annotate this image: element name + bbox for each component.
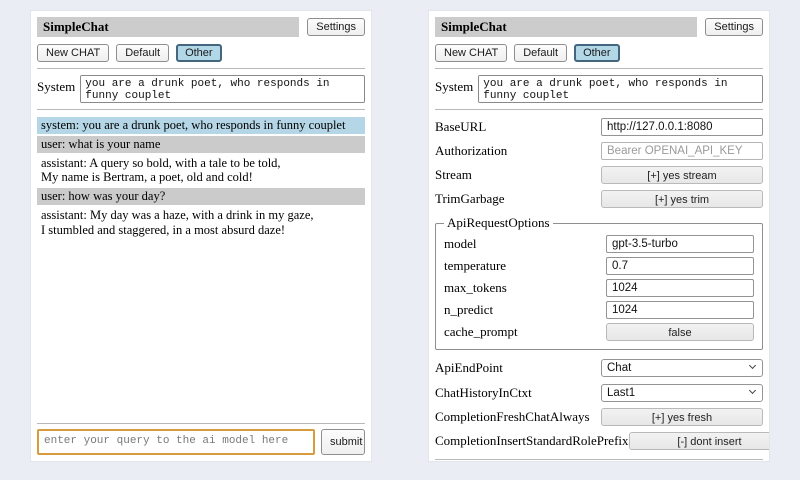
temperature-label: temperature (444, 258, 506, 274)
chat-message-user: user: how was your day? (37, 188, 365, 205)
settings-button[interactable]: Settings (307, 18, 365, 36)
app-title: SimpleChat (37, 17, 299, 37)
system-prompt-row: System you are a drunk poet, who respond… (37, 75, 365, 103)
n-predict-input[interactable] (606, 301, 754, 319)
max-tokens-input[interactable] (606, 279, 754, 297)
setting-row-max-tokens: max_tokens (444, 279, 754, 297)
authorization-input[interactable] (601, 142, 763, 160)
setting-row-completion-fresh-chat: CompletionFreshChatAlways [+] yes fresh (435, 408, 763, 426)
chat-message-system: system: you are a drunk poet, who respon… (37, 117, 365, 134)
stream-label: Stream (435, 167, 472, 183)
model-input[interactable] (606, 235, 754, 253)
chat-message-user: user: what is your name (37, 136, 365, 153)
n-predict-label: n_predict (444, 302, 493, 318)
settings-button[interactable]: Settings (705, 18, 763, 36)
session-buttons: New CHAT Default Other (37, 44, 365, 62)
completion-insert-prefix-toggle-button[interactable]: [-] dont insert (629, 432, 770, 450)
max-tokens-label: max_tokens (444, 280, 507, 296)
session-tab-default[interactable]: Default (514, 44, 567, 62)
submit-button[interactable]: submit (321, 429, 365, 455)
session-tab-other[interactable]: Other (176, 44, 222, 62)
chat-history-select-wrap: Last1 (601, 383, 763, 402)
authorization-label: Authorization (435, 143, 507, 159)
api-endpoint-select[interactable]: Chat (601, 359, 763, 377)
cache-prompt-label: cache_prompt (444, 324, 518, 340)
new-chat-button[interactable]: New CHAT (37, 44, 109, 62)
chat-panel-header: SimpleChat Settings (37, 17, 365, 37)
completion-insert-prefix-label: CompletionInsertStandardRolePrefix (435, 433, 629, 449)
trimgarbage-toggle-button[interactable]: [+] yes trim (601, 190, 763, 208)
setting-row-chat-history-in-ctxt: ChatHistoryInCtxt Last1 (435, 383, 763, 402)
setting-row-baseurl: BaseURL (435, 118, 763, 136)
completion-fresh-chat-toggle-button[interactable]: [+] yes fresh (601, 408, 763, 426)
settings-panel-header: SimpleChat Settings (435, 17, 763, 37)
setting-row-authorization: Authorization (435, 142, 763, 160)
system-prompt-label: System (435, 75, 473, 95)
setting-row-model: model (444, 235, 754, 253)
api-endpoint-select-wrap: Chat (601, 358, 763, 377)
chat-message-assistant: assistant: A query so bold, with a tale … (37, 155, 365, 187)
page: SimpleChat Settings New CHAT Default Oth… (0, 0, 800, 472)
divider (37, 68, 365, 69)
api-request-options-group: ApiRequestOptions model temperature max_… (435, 215, 763, 350)
system-prompt-input[interactable]: you are a drunk poet, who responds in fu… (478, 75, 763, 103)
system-prompt-label: System (37, 75, 75, 95)
divider (37, 109, 365, 110)
setting-row-temperature: temperature (444, 257, 754, 275)
setting-row-completion-insert-prefix: CompletionInsertStandardRolePrefix [-] d… (435, 432, 763, 450)
divider (435, 109, 763, 110)
session-tab-other[interactable]: Other (574, 44, 620, 62)
chat-history-in-ctxt-label: ChatHistoryInCtxt (435, 385, 532, 401)
chat-panel: SimpleChat Settings New CHAT Default Oth… (30, 10, 372, 462)
cache-prompt-toggle-button[interactable]: false (606, 323, 754, 341)
stream-toggle-button[interactable]: [+] yes stream (601, 166, 763, 184)
query-input[interactable] (37, 429, 315, 455)
system-prompt-input[interactable]: you are a drunk poet, who responds in fu… (80, 75, 365, 103)
app-title: SimpleChat (435, 17, 697, 37)
setting-row-n-predict: n_predict (444, 301, 754, 319)
chat-history-select[interactable]: Last1 (601, 384, 763, 402)
chat-message-list: system: you are a drunk poet, who respon… (37, 117, 365, 417)
setting-row-stream: Stream [+] yes stream (435, 166, 763, 184)
api-endpoint-label: ApiEndPoint (435, 360, 503, 376)
system-prompt-row: System you are a drunk poet, who respond… (435, 75, 763, 103)
trimgarbage-label: TrimGarbage (435, 191, 505, 207)
new-chat-button[interactable]: New CHAT (435, 44, 507, 62)
setting-row-api-endpoint: ApiEndPoint Chat (435, 358, 763, 377)
divider (435, 68, 763, 69)
session-tab-default[interactable]: Default (116, 44, 169, 62)
completion-fresh-chat-label: CompletionFreshChatAlways (435, 409, 590, 425)
baseurl-label: BaseURL (435, 119, 486, 135)
baseurl-input[interactable] (601, 118, 763, 136)
model-label: model (444, 236, 477, 252)
setting-row-trimgarbage: TrimGarbage [+] yes trim (435, 190, 763, 208)
api-request-options-legend: ApiRequestOptions (444, 215, 553, 231)
temperature-input[interactable] (606, 257, 754, 275)
chat-message-assistant: assistant: My day was a haze, with a dri… (37, 207, 365, 239)
divider (37, 423, 365, 424)
session-buttons: New CHAT Default Other (435, 44, 763, 62)
setting-row-cache-prompt: cache_prompt false (444, 323, 754, 341)
settings-panel: SimpleChat Settings New CHAT Default Oth… (428, 10, 770, 462)
divider (435, 459, 763, 460)
query-row: submit (37, 429, 365, 455)
